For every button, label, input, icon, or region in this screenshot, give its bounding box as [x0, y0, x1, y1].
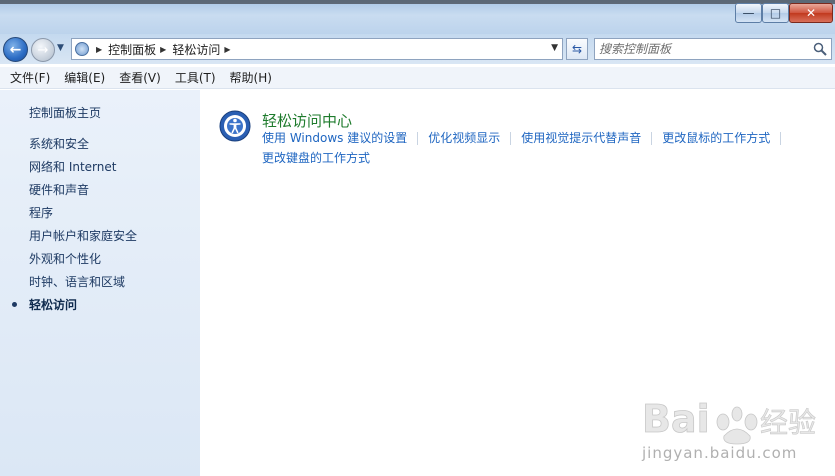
breadcrumb-control-panel[interactable]: 控制面板	[108, 41, 156, 58]
svg-text:Bai: Bai	[642, 397, 710, 441]
menu-help[interactable]: 帮助(H)	[224, 67, 278, 88]
sidebar: 控制面板主页 系统和安全 网络和 Internet 硬件和声音 程序 用户帐户和…	[0, 90, 200, 476]
sidebar-item-system-security[interactable]: 系统和安全	[29, 137, 137, 160]
minimize-icon: —	[742, 6, 755, 20]
link-optimize-visual-display[interactable]: 优化视频显示	[428, 131, 500, 145]
sidebar-item-clock-region[interactable]: 时钟、语言和区域	[29, 275, 137, 298]
sidebar-item-network-internet[interactable]: 网络和 Internet	[29, 160, 137, 183]
title-bar: — □ ✕	[0, 0, 835, 34]
breadcrumb-separator-icon[interactable]: ▶	[160, 45, 166, 54]
current-item-bullet-icon	[12, 302, 17, 307]
recent-pages-button[interactable]: ▼	[57, 43, 67, 55]
ease-of-access-center-title[interactable]: 轻松访问中心	[262, 110, 352, 131]
refresh-button[interactable]: ⇆	[566, 38, 588, 60]
link-windows-recommended-settings[interactable]: 使用 Windows 建议的设置	[262, 131, 407, 145]
search-icon[interactable]	[813, 42, 827, 56]
breadcrumb-separator-icon[interactable]: ▶	[224, 45, 230, 54]
back-arrow-icon: ←	[9, 41, 22, 58]
watermark-url: jingyan.baidu.com	[642, 444, 798, 462]
control-panel-icon	[72, 39, 92, 59]
maximize-button[interactable]: □	[762, 3, 789, 23]
svg-text:经验: 经验	[760, 406, 816, 439]
navigation-bar: ← → ▼ ▶ 控制面板 ▶ 轻松访问 ▶ ▼ ⇆	[0, 34, 835, 64]
close-button[interactable]: ✕	[789, 3, 833, 23]
sidebar-item-ease-of-access[interactable]: 轻松访问	[29, 298, 137, 321]
search-input[interactable]	[599, 41, 799, 57]
link-divider	[510, 132, 512, 145]
breadcrumb-ease-of-access[interactable]: 轻松访问	[172, 41, 220, 58]
chevron-down-icon: ▼	[57, 43, 64, 53]
sidebar-item-hardware-sound[interactable]: 硬件和声音	[29, 183, 137, 206]
address-bar[interactable]: ▶ 控制面板 ▶ 轻松访问 ▶ ▼	[71, 38, 563, 60]
task-link-item: 使用 Windows 建议的设置	[262, 131, 428, 151]
forward-arrow-icon: →	[37, 42, 49, 58]
breadcrumb-separator-icon[interactable]: ▶	[96, 45, 102, 54]
task-link-item: 使用视觉提示代替声音	[521, 131, 662, 151]
ease-of-access-icon[interactable]	[219, 110, 251, 142]
title-bar-strip	[0, 0, 835, 4]
link-divider	[651, 132, 653, 145]
forward-button[interactable]: →	[31, 38, 55, 62]
task-link-item: 更改键盘的工作方式	[262, 151, 370, 171]
minimize-button[interactable]: —	[735, 3, 762, 23]
close-icon: ✕	[805, 6, 817, 20]
back-button[interactable]: ←	[3, 37, 28, 62]
search-box[interactable]	[594, 38, 832, 60]
menu-view[interactable]: 查看(V)	[113, 67, 167, 88]
link-divider	[417, 132, 419, 145]
task-link-item: 更改鼠标的工作方式	[662, 131, 791, 151]
task-link-item: 优化视频显示	[428, 131, 521, 151]
sidebar-item-programs[interactable]: 程序	[29, 206, 137, 229]
link-change-mouse-settings[interactable]: 更改鼠标的工作方式	[662, 131, 770, 145]
link-visual-alternatives-for-sounds[interactable]: 使用视觉提示代替声音	[521, 131, 641, 145]
link-divider	[780, 132, 782, 145]
sidebar-item-user-accounts[interactable]: 用户帐户和家庭安全	[29, 229, 137, 252]
sidebar-home-link[interactable]: 控制面板主页	[29, 104, 101, 121]
sidebar-item-appearance[interactable]: 外观和个性化	[29, 252, 137, 275]
menu-file[interactable]: 文件(F)	[4, 67, 56, 88]
menu-bar: 文件(F) 编辑(E) 查看(V) 工具(T) 帮助(H)	[0, 67, 835, 89]
maximize-icon: □	[769, 6, 782, 20]
menu-edit[interactable]: 编辑(E)	[58, 67, 111, 88]
ease-of-access-task-links: 使用 Windows 建议的设置 优化视频显示 使用视觉提示代替声音 更改鼠标的…	[262, 131, 822, 171]
sidebar-category-list: 系统和安全 网络和 Internet 硬件和声音 程序 用户帐户和家庭安全 外观…	[29, 137, 137, 321]
link-change-keyboard-settings[interactable]: 更改键盘的工作方式	[262, 151, 370, 165]
menu-tools[interactable]: 工具(T)	[169, 67, 222, 88]
address-dropdown-icon[interactable]: ▼	[551, 43, 558, 53]
refresh-icon: ⇆	[571, 42, 583, 56]
